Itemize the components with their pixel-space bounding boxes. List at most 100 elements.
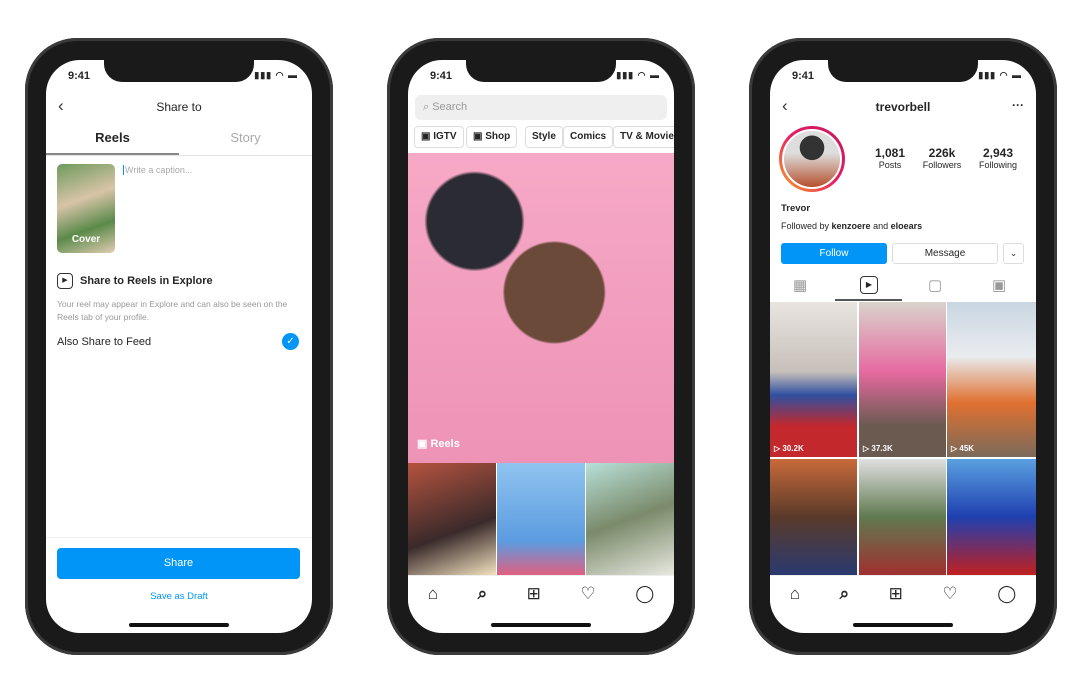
divider xyxy=(46,155,312,156)
status-time: 9:41 xyxy=(430,70,453,82)
search-icon[interactable]: ⌕ xyxy=(840,584,850,604)
chip-label: IGTV xyxy=(433,131,457,142)
reels-badge: ▣ Reels xyxy=(417,437,460,450)
igtv-icon: ▣ xyxy=(421,131,434,142)
notch xyxy=(828,60,978,82)
also-share-label: Also Share to Feed xyxy=(57,336,152,348)
explore-screen: 9:41 ▮▮▮ ◠ ▬ ⌕ Search ▣ IGTV ▣ Shop Styl… xyxy=(408,60,674,633)
view-count-value: 30.2K xyxy=(782,444,804,453)
reels-label: Reels xyxy=(430,438,460,450)
heart-icon[interactable]: ♡ xyxy=(942,584,957,604)
status-icons: ▮▮▮ ◠ ▬ xyxy=(978,70,1022,80)
chip-comics[interactable]: Comics xyxy=(563,126,614,148)
save-draft-button[interactable]: Save as Draft xyxy=(46,591,312,602)
chip-shop[interactable]: ▣ Shop xyxy=(466,126,518,148)
tab-story[interactable]: Story xyxy=(179,130,312,145)
notch xyxy=(104,60,254,82)
search-input[interactable]: ⌕ Search xyxy=(415,95,667,120)
tab-reels[interactable]: Reels xyxy=(46,130,179,145)
follower-link[interactable]: kenzoere xyxy=(832,221,871,231)
view-count: ▷ 30.2K xyxy=(774,444,804,453)
stat-value: 226k xyxy=(928,146,956,160)
profile-icon[interactable]: ◯ xyxy=(997,584,1016,604)
chevron-down-icon[interactable]: ⌄ xyxy=(1003,243,1024,264)
profile-screen: 9:41 ▮▮▮ ◠ ▬ ‹ trevorbell ··· 1,081 Posts… xyxy=(770,60,1036,633)
status-time: 9:41 xyxy=(792,70,815,82)
igtv-tab-icon[interactable]: ▢ xyxy=(928,276,942,294)
avatar[interactable] xyxy=(779,126,845,192)
reels-icon: ▣ xyxy=(417,438,431,450)
reels-icon: ▶ xyxy=(57,273,73,289)
page-title: Share to xyxy=(156,100,202,114)
profile-username: trevorbell xyxy=(875,100,931,114)
view-count-value: 37.3K xyxy=(871,444,893,453)
follower-link[interactable]: eloears xyxy=(891,221,923,231)
chip-igtv[interactable]: ▣ IGTV xyxy=(414,126,464,148)
home-icon[interactable]: ⌂ xyxy=(790,584,800,604)
cover-label: Cover xyxy=(71,234,101,245)
reels-explore-heading: Share to Reels in Explore xyxy=(80,275,213,287)
search-icon: ⌕ xyxy=(423,101,433,113)
status-icons: ▮▮▮ ◠ ▬ xyxy=(616,70,660,80)
explore-tile[interactable] xyxy=(408,463,496,575)
add-icon[interactable]: ⊞ xyxy=(527,584,541,604)
stat-followers[interactable]: 226k Followers xyxy=(916,146,968,170)
heart-icon[interactable]: ♡ xyxy=(580,584,595,604)
caption-input[interactable]: Write a caption... xyxy=(123,165,192,175)
bottom-nav: ⌂ ⌕ ⊞ ♡ ◯ xyxy=(770,575,1036,612)
cover-thumbnail[interactable]: Cover xyxy=(57,164,115,253)
reel-tile[interactable]: ▷ 30.2K xyxy=(770,302,857,457)
search-icon[interactable]: ⌕ xyxy=(478,584,488,604)
explore-tile[interactable] xyxy=(497,463,585,575)
profile-icon[interactable]: ◯ xyxy=(635,584,654,604)
message-button[interactable]: Message xyxy=(892,243,998,264)
also-share-checkbox[interactable]: ✓ xyxy=(282,333,299,350)
search-placeholder: Search xyxy=(432,101,468,113)
explore-tile[interactable] xyxy=(586,463,674,575)
view-count: ▷ 37.3K xyxy=(863,444,893,453)
follow-button[interactable]: Follow xyxy=(781,243,887,264)
reel-tile[interactable]: ▷ 37.3K xyxy=(859,302,946,457)
profile-name: Trevor xyxy=(781,203,811,214)
divider xyxy=(46,537,312,538)
grid-icon[interactable]: ▦ xyxy=(793,276,807,294)
phone-profile: 9:41 ▮▮▮ ◠ ▬ ‹ trevorbell ··· 1,081 Posts… xyxy=(749,38,1057,655)
stat-label: Followers xyxy=(922,160,962,170)
view-count: ▷ 45K xyxy=(951,444,975,453)
stat-posts[interactable]: 1,081 Posts xyxy=(865,146,915,170)
stat-following[interactable]: 2,943 Following xyxy=(972,146,1024,170)
stat-value: 1,081 xyxy=(874,146,906,160)
home-indicator xyxy=(491,623,591,627)
home-icon[interactable]: ⌂ xyxy=(428,584,438,604)
home-indicator xyxy=(129,623,229,627)
reel-tile[interactable] xyxy=(947,459,1036,575)
followed-prefix: Followed by xyxy=(781,221,832,231)
bottom-nav: ⌂ ⌕ ⊞ ♡ ◯ xyxy=(408,575,674,612)
featured-reel[interactable]: ▣ Reels xyxy=(408,153,674,463)
add-icon[interactable]: ⊞ xyxy=(889,584,903,604)
reels-explore-description: Your reel may appear in Explore and can … xyxy=(57,299,288,322)
followed-by: Followed by kenzoere and eloears xyxy=(781,221,922,231)
share-screen: 9:41 ▮▮▮ ◠ ▬ ‹ Share to Reels Story Cove… xyxy=(46,60,312,633)
reel-tile[interactable]: ▷ 45K xyxy=(947,302,1036,457)
reel-tile[interactable] xyxy=(859,459,946,575)
reel-tile[interactable] xyxy=(770,459,857,575)
status-time: 9:41 xyxy=(68,70,91,82)
view-count-value: 45K xyxy=(959,444,975,453)
phone-share: 9:41 ▮▮▮ ◠ ▬ ‹ Share to Reels Story Cove… xyxy=(25,38,333,655)
status-icons: ▮▮▮ ◠ ▬ xyxy=(254,70,298,80)
tab-underline xyxy=(835,299,902,301)
share-button[interactable]: Share xyxy=(57,548,300,579)
stat-label: Posts xyxy=(878,160,902,170)
chip-label: Shop xyxy=(485,131,511,142)
reels-tab-icon[interactable]: ▶ xyxy=(860,276,878,294)
shop-bag-icon: ▣ xyxy=(473,131,486,142)
stat-value: 2,943 xyxy=(982,146,1014,160)
phone-explore: 9:41 ▮▮▮ ◠ ▬ ⌕ Search ▣ IGTV ▣ Shop Styl… xyxy=(387,38,695,655)
more-options-icon[interactable]: ··· xyxy=(1012,98,1024,112)
chip-tv-movies[interactable]: TV & Movie xyxy=(613,126,674,148)
tagged-icon[interactable]: ▣ xyxy=(992,276,1006,294)
notch xyxy=(466,60,616,82)
chip-style[interactable]: Style xyxy=(525,126,563,148)
stat-label: Following xyxy=(978,160,1018,170)
